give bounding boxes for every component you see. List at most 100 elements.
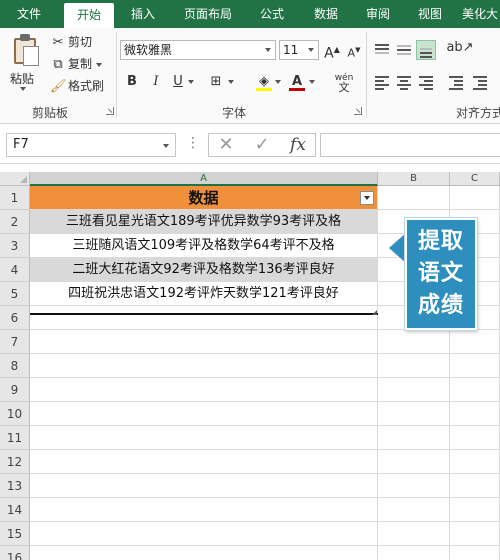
empty-cell[interactable] xyxy=(30,450,378,474)
tab-formulas[interactable]: 公式 xyxy=(252,0,292,28)
empty-cell[interactable] xyxy=(450,378,500,402)
table-data-cell[interactable]: 三班看见星光语文189考评优异数学93考评及格 xyxy=(30,210,378,234)
column-header-c[interactable]: C xyxy=(450,172,500,186)
underline-button[interactable]: U xyxy=(168,72,188,92)
insert-function-button[interactable]: fx xyxy=(284,133,312,157)
borders-button[interactable]: ⊞ xyxy=(206,72,226,92)
empty-cell[interactable] xyxy=(378,330,450,354)
copy-dropdown-icon[interactable] xyxy=(96,62,103,67)
formula-bar-grip-icon[interactable]: ⋮ xyxy=(186,135,200,151)
empty-cell[interactable] xyxy=(378,426,450,450)
table-data-cell[interactable]: 二班大红花语文92考评及格数学136考评良好 xyxy=(30,258,378,282)
filter-dropdown-icon[interactable] xyxy=(360,191,374,205)
empty-cell[interactable] xyxy=(450,546,500,560)
empty-cell[interactable] xyxy=(30,522,378,546)
row-header[interactable]: 10 xyxy=(0,402,30,426)
align-right-button[interactable] xyxy=(416,72,436,92)
row-header[interactable]: 3 xyxy=(0,234,30,258)
select-all-button[interactable] xyxy=(0,172,30,186)
cancel-entry-button[interactable]: ✕ xyxy=(212,133,240,157)
middle-align-button[interactable] xyxy=(394,40,414,60)
empty-cell[interactable] xyxy=(30,426,378,450)
empty-cell[interactable] xyxy=(378,474,450,498)
column-header-a[interactable]: A xyxy=(30,172,378,186)
empty-cell[interactable] xyxy=(378,186,450,210)
name-box[interactable]: F7 xyxy=(6,133,176,157)
paste-button[interactable]: 粘贴 xyxy=(6,32,44,98)
empty-cell[interactable] xyxy=(450,426,500,450)
row-header[interactable]: 5 xyxy=(0,282,30,306)
tab-file[interactable]: 文件 xyxy=(2,0,56,28)
decrease-indent-button[interactable] xyxy=(446,72,466,92)
italic-button[interactable]: I xyxy=(146,72,166,92)
top-align-button[interactable] xyxy=(372,40,392,60)
font-size-select[interactable]: 11 xyxy=(279,40,319,60)
empty-cell[interactable] xyxy=(450,522,500,546)
tab-view[interactable]: 视图 xyxy=(410,0,450,28)
empty-cell[interactable] xyxy=(378,450,450,474)
table-header-cell[interactable]: 数据 xyxy=(30,186,378,210)
empty-cell[interactable] xyxy=(30,354,378,378)
row-header[interactable]: 4 xyxy=(0,258,30,282)
decrease-font-size-button[interactable]: A▼ xyxy=(345,40,363,60)
empty-cell[interactable] xyxy=(30,378,378,402)
align-center-button[interactable] xyxy=(394,72,414,92)
empty-cell[interactable] xyxy=(450,450,500,474)
row-header[interactable]: 6 xyxy=(0,306,30,330)
cut-button[interactable]: ✂ 剪切 xyxy=(50,32,92,52)
phonetic-guide-button[interactable]: wén 文 xyxy=(330,72,358,93)
tab-beautify[interactable]: 美化大 xyxy=(462,0,500,28)
empty-cell[interactable] xyxy=(450,354,500,378)
empty-cell[interactable] xyxy=(450,474,500,498)
row-header[interactable]: 7 xyxy=(0,330,30,354)
empty-cell[interactable] xyxy=(30,330,378,354)
row-header[interactable]: 14 xyxy=(0,498,30,522)
row-header[interactable]: 12 xyxy=(0,450,30,474)
bold-button[interactable]: B xyxy=(122,72,142,92)
empty-cell[interactable] xyxy=(378,498,450,522)
table-data-cell[interactable]: 三班随风语文109考评及格数学64考评不及格 xyxy=(30,234,378,258)
empty-cell[interactable] xyxy=(450,186,500,210)
empty-cell[interactable] xyxy=(450,402,500,426)
tab-insert[interactable]: 插入 xyxy=(122,0,164,28)
empty-cell[interactable] xyxy=(30,402,378,426)
font-color-button[interactable]: A xyxy=(287,72,307,92)
fill-color-dropdown-icon[interactable] xyxy=(273,72,283,92)
increase-font-size-button[interactable]: A▲ xyxy=(323,40,341,62)
row-header[interactable]: 16 xyxy=(0,546,30,560)
font-name-select[interactable]: 微软雅黑 xyxy=(120,40,276,60)
paste-dropdown-icon[interactable] xyxy=(20,87,26,91)
empty-cell[interactable] xyxy=(30,498,378,522)
tab-review[interactable]: 审阅 xyxy=(358,0,398,28)
table-data-cell[interactable]: 四班祝洪忠语文192考评炸天数学121考评良好 xyxy=(30,282,378,306)
tab-page-layout[interactable]: 页面布局 xyxy=(176,0,240,28)
empty-cell[interactable] xyxy=(450,498,500,522)
clipboard-launcher-icon[interactable] xyxy=(106,107,114,115)
font-color-dropdown-icon[interactable] xyxy=(307,72,317,92)
copy-button[interactable]: ⧉ 复制 xyxy=(50,54,103,74)
row-header[interactable]: 11 xyxy=(0,426,30,450)
align-left-button[interactable] xyxy=(372,72,392,92)
formula-input[interactable] xyxy=(320,133,500,157)
borders-dropdown-icon[interactable] xyxy=(226,72,236,92)
empty-cell[interactable] xyxy=(378,354,450,378)
row-header[interactable]: 9 xyxy=(0,378,30,402)
empty-cell[interactable] xyxy=(30,306,378,330)
empty-cell[interactable] xyxy=(378,402,450,426)
tab-home[interactable]: 开始 xyxy=(64,3,114,28)
fill-color-button[interactable]: ◈ xyxy=(254,72,274,92)
row-header[interactable]: 1 xyxy=(0,186,30,210)
row-header[interactable]: 2 xyxy=(0,210,30,234)
row-header[interactable]: 8 xyxy=(0,354,30,378)
row-header[interactable]: 15 xyxy=(0,522,30,546)
empty-cell[interactable] xyxy=(378,378,450,402)
empty-cell[interactable] xyxy=(378,546,450,560)
confirm-entry-button[interactable]: ✓ xyxy=(248,133,276,157)
increase-indent-button[interactable] xyxy=(470,72,490,92)
tab-data[interactable]: 数据 xyxy=(306,0,346,28)
row-header[interactable]: 13 xyxy=(0,474,30,498)
underline-dropdown-icon[interactable] xyxy=(186,72,196,92)
empty-cell[interactable] xyxy=(30,546,378,560)
column-header-b[interactable]: B xyxy=(378,172,450,186)
empty-cell[interactable] xyxy=(30,474,378,498)
